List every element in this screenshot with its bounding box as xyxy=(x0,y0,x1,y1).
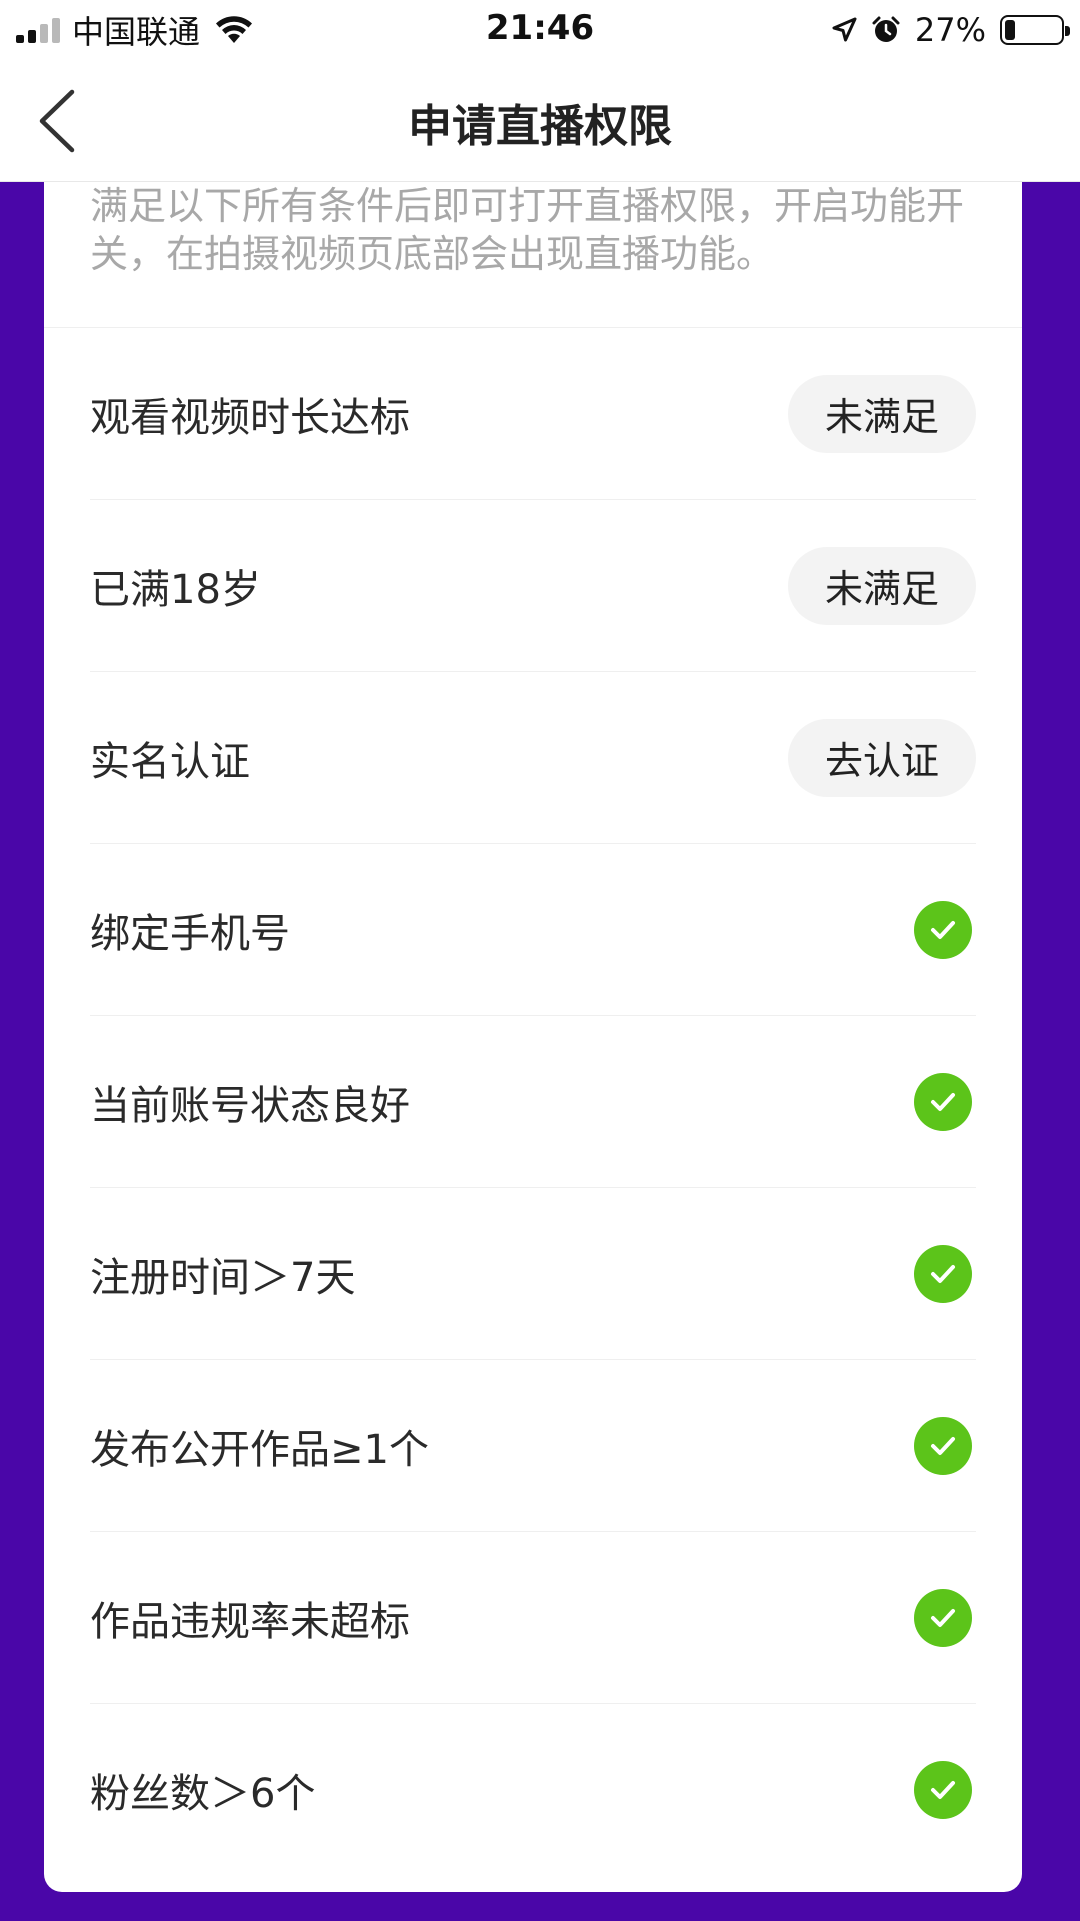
check-circle-icon xyxy=(914,1588,972,1647)
status-right: 27% xyxy=(831,10,1070,50)
requirement-row: 当前账号状态良好 xyxy=(90,1016,976,1188)
check-circle-icon xyxy=(914,1761,972,1819)
requirement-row: 发布公开作品≥1个 xyxy=(90,1360,976,1532)
requirement-row: 绑定手机号 xyxy=(90,844,976,1016)
battery-nub xyxy=(1065,26,1070,36)
check-circle-icon xyxy=(914,1416,972,1475)
carrier-name: 中国联通 xyxy=(72,13,201,51)
nav-bar: 申请直播权限 xyxy=(0,60,1080,182)
wifi-icon xyxy=(216,16,253,43)
check-circle-icon xyxy=(914,900,972,959)
requirement-label: 注册时间＞7天 xyxy=(90,1254,356,1301)
requirement-label: 当前账号状态良好 xyxy=(90,1082,410,1129)
requirement-row: 粉丝数＞6个 xyxy=(90,1704,976,1876)
requirement-row: 注册时间＞7天 xyxy=(90,1188,976,1360)
requirement-label: 观看视频时长达标 xyxy=(90,394,410,441)
requirements-list: 观看视频时长达标 未满足 已满18岁 未满足 实名认证 去认证 绑定手机号 当前账号状态良好注… xyxy=(44,328,1022,1876)
check-circle-icon xyxy=(914,1244,972,1303)
requirement-label: 实名认证 xyxy=(90,738,250,785)
requirement-row[interactable]: 实名认证 去认证 xyxy=(90,672,976,844)
requirement-label: 发布公开作品≥1个 xyxy=(90,1426,429,1473)
status-left: 中国联通 xyxy=(16,10,254,51)
status-bar: 中国联通 21:46 27% xyxy=(0,0,1080,60)
verify-button[interactable]: 去认证 xyxy=(788,718,976,797)
location-arrow-icon xyxy=(832,17,857,42)
alarm-clock-icon xyxy=(872,16,900,42)
requirement-row[interactable]: 已满18岁 未满足 xyxy=(90,500,976,672)
unmet-status-button[interactable]: 未满足 xyxy=(788,546,976,625)
requirement-row: 作品违规率未超标 xyxy=(90,1532,976,1704)
requirements-card: 满足以下所有条件后即可打开直播权限，开启功能开关，在拍摄视频页底部会出现直播功能… xyxy=(44,182,1022,1892)
battery-fill xyxy=(1005,20,1016,40)
requirement-row[interactable]: 观看视频时长达标 未满足 xyxy=(90,328,976,500)
intro-text: 满足以下所有条件后即可打开直播权限，开启功能开关，在拍摄视频页底部会出现直播功能… xyxy=(44,182,1022,328)
requirement-label: 粉丝数＞6个 xyxy=(90,1771,316,1817)
unmet-status-button[interactable]: 未满足 xyxy=(788,374,976,453)
requirement-label: 作品违规率未超标 xyxy=(90,1598,410,1645)
page-title: 申请直播权限 xyxy=(408,101,672,152)
requirement-label: 已满18岁 xyxy=(90,566,261,613)
battery-icon xyxy=(1000,15,1070,45)
requirement-label: 绑定手机号 xyxy=(90,910,290,957)
check-circle-icon xyxy=(914,1072,972,1131)
cellular-signal-icon xyxy=(16,17,60,43)
battery-percent: 27% xyxy=(914,11,986,49)
